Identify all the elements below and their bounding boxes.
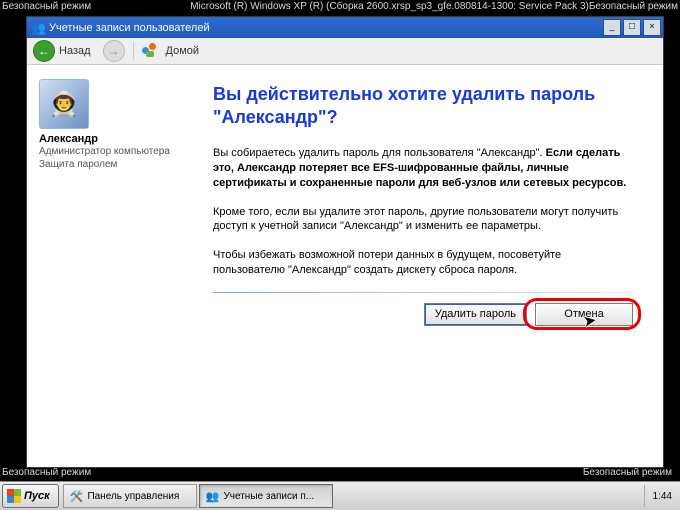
main-content: Вы действительно хотите удалить пароль "… <box>207 65 663 467</box>
home-label[interactable]: Домой <box>166 45 200 57</box>
safe-mode-label-tl: Безопасный режим <box>2 0 91 14</box>
arrow-right-icon: → <box>108 44 120 58</box>
warning-paragraph-3: Чтобы избежать возможной потери данных в… <box>213 248 635 278</box>
clock: 1:44 <box>653 491 672 502</box>
warning-paragraph-1: Вы собираетесь удалить пароль для пользо… <box>213 146 635 191</box>
arrow-left-icon: ← <box>38 44 50 58</box>
safe-mode-label-tr: Microsoft (R) Windows XP (R) (Сборка 260… <box>190 0 678 14</box>
close-button[interactable]: × <box>643 19 661 36</box>
back-button[interactable]: ← <box>33 40 55 62</box>
button-row: Удалить пароль Отмена <box>213 301 635 326</box>
warning-paragraph-2: Кроме того, если вы удалите этот пароль,… <box>213 205 635 235</box>
titlebar[interactable]: 👥 Учетные записи пользователей _ □ × <box>27 17 663 38</box>
nav-toolbar: ← Назад → Домой <box>27 38 663 65</box>
maximize-button[interactable]: □ <box>623 19 641 36</box>
forward-button: → <box>103 40 125 62</box>
start-label: Пуск <box>24 490 50 502</box>
window-title: Учетные записи пользователей <box>49 22 210 34</box>
safe-mode-label-bl: Безопасный режим <box>2 466 91 480</box>
windows-logo-icon <box>7 489 21 503</box>
minimize-button[interactable]: _ <box>603 19 621 36</box>
taskbar-item-user-accounts[interactable]: 👥 Учетные записи п... <box>199 484 333 508</box>
users-icon: 👥 <box>206 490 220 503</box>
taskbar-item-control-panel[interactable]: 🛠️ Панель управления <box>63 484 197 508</box>
delete-password-button[interactable]: Удалить пароль <box>424 303 527 326</box>
control-panel-icon: 🛠️ <box>70 490 84 503</box>
user-summary-panel: 👨‍🚀 Александр Администратор компьютера З… <box>27 65 207 467</box>
toolbar-separator <box>133 42 134 60</box>
page-heading: Вы действительно хотите удалить пароль "… <box>213 83 635 128</box>
taskbar: Пуск 🛠️ Панель управления 👥 Учетные запи… <box>0 481 680 510</box>
astronaut-icon: 👨‍🚀 <box>49 90 79 119</box>
system-tray[interactable]: 1:44 <box>644 485 680 507</box>
user-protection: Защита паролем <box>39 158 201 171</box>
user-avatar: 👨‍🚀 <box>39 79 89 129</box>
safe-mode-label-br: Безопасный режим <box>583 466 672 480</box>
back-label: Назад <box>59 45 91 57</box>
users-icon: 👥 <box>31 21 45 35</box>
divider <box>213 292 635 293</box>
start-button[interactable]: Пуск <box>2 484 59 508</box>
user-accounts-window: 👥 Учетные записи пользователей _ □ × ← Н… <box>26 16 664 468</box>
home-users-icon[interactable] <box>142 43 160 59</box>
user-name: Александр <box>39 133 201 145</box>
user-role: Администратор компьютера <box>39 145 201 158</box>
